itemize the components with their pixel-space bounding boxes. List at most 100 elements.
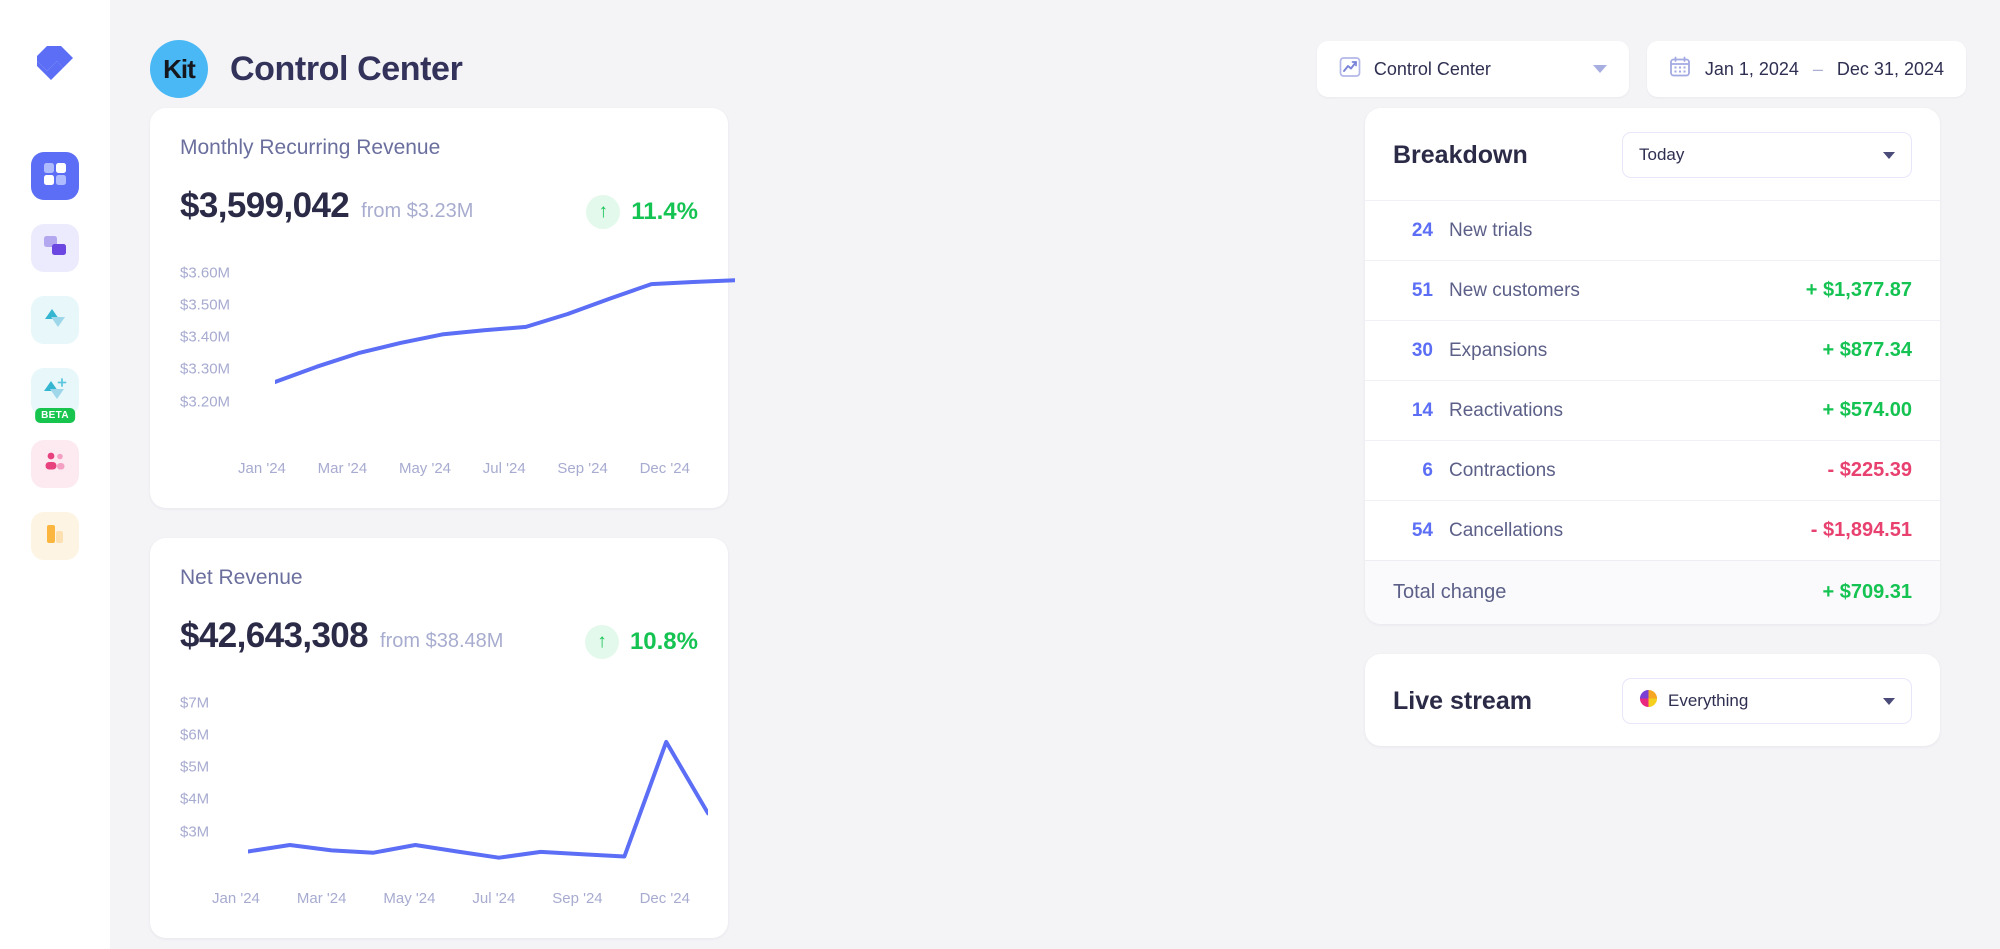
metric-title: Monthly Recurring Revenue [180,136,441,159]
breakdown-label: New trials [1449,219,1533,241]
view-selector[interactable]: Control Center [1316,41,1629,97]
breakdown-total-label: Total change [1393,581,1507,603]
live-stream-header: Live stream Everything [1365,654,1940,746]
metric-summary: $3,599,042 from $3.23M ↑ 11.4% [180,186,698,229]
chevron-down-icon [1883,151,1895,159]
layers-icon [42,233,68,264]
line-chart-icon [1339,56,1361,83]
breakdown-amount: + $877.34 [1822,339,1912,361]
sidebar-item-reports[interactable] [31,512,79,560]
date-range-separator: – [1812,58,1823,79]
breakdown-amount: - $1,894.51 [1810,519,1912,541]
breakdown-title: Breakdown [1393,140,1528,169]
x-tick: May '24 [398,459,452,477]
calendar-icon [1669,56,1691,83]
breakdown-label: Expansions [1449,339,1548,361]
breakdown-total-row: Total change + $709.31 [1365,560,1940,624]
triangle-plus-icon [42,377,68,408]
chart-net-revenue: $7M $6M $5M $4M $3M Jan '24 Mar '24 May … [180,685,708,907]
title-group: Kit Control Center [150,40,463,98]
app-root: BETA Kit Control Center Control Center J… [0,0,2000,949]
breakdown-period-select[interactable]: Today [1622,132,1912,178]
date-range-picker[interactable]: Jan 1, 2024 – Dec 31, 2024 [1646,41,1966,97]
arrow-up-icon: ↑ [586,194,621,229]
metrics-column: Monthly Recurring Revenue $3,599,042 fro… [150,108,1335,949]
kit-logo: Kit [150,40,208,98]
x-axis-labels: Jan '24 Mar '24 May '24 Jul '24 Sep '24 … [212,890,690,907]
sidebar-item-cancellation-insights[interactable]: BETA [31,368,79,423]
breakdown-count: 14 [1411,399,1433,421]
metric-delta: ↑ 10.8% [584,624,698,659]
metric-title: Net Revenue [180,566,303,589]
x-tick: Jan '24 [238,459,286,477]
live-stream-filter-select[interactable]: Everything [1622,678,1912,724]
y-tick: $3.20M [180,393,231,410]
y-tick: $3.60M [180,264,231,281]
breakdown-panel: Breakdown Today 24 New trials 51 New cus… [1365,108,1940,624]
live-stream-panel: Live stream Everything [1365,654,1940,746]
y-tick: $3M [180,823,210,840]
breakdown-row-expansions[interactable]: 30 Expansions + $877.34 [1365,320,1940,380]
breakdown-count: 6 [1422,459,1433,481]
arrow-up-icon: ↑ [584,624,619,659]
x-tick: Sep '24 [552,889,603,907]
date-range-start: Jan 1, 2024 [1704,58,1799,79]
breakdown-count: 30 [1411,339,1433,361]
breakdown-row-cancellations[interactable]: 54 Cancellations - $1,894.51 [1365,500,1940,560]
breakdown-period-label: Today [1639,145,1685,164]
grid-icon [42,161,68,192]
pie-color-icon [1639,689,1658,713]
sidebar-nav: BETA [31,152,79,560]
breakdown-header: Breakdown Today [1365,108,1940,200]
metric-comparison: from $3.23M [361,200,474,222]
chevron-down-icon [1592,65,1607,73]
x-tick: Mar '24 [296,889,347,907]
sidebar-item-recover[interactable] [31,296,79,344]
metric-card-mrr: Monthly Recurring Revenue $3,599,042 fro… [150,108,735,508]
breakdown-total-amount: + $709.31 [1822,581,1912,603]
breakdown-row-new-trials[interactable]: 24 New trials [1365,200,1940,260]
breakdown-row-contractions[interactable]: 6 Contractions - $225.39 [1365,440,1940,500]
breakdown-count: 54 [1411,519,1433,541]
y-tick: $3.50M [180,296,231,313]
breakdown-label: Reactivations [1449,399,1564,421]
sidebar-item-customers[interactable] [31,440,79,488]
metric-delta-value: 11.4% [631,197,698,225]
metric-card-net-revenue: Net Revenue $42,643,308 from $38.48M ↑ 1… [150,538,728,938]
y-tick: $3.30M [180,360,231,377]
sidebar: BETA [0,0,110,949]
bar-chart-icon [42,521,68,552]
metric-summary: $42,643,308 from $38.48M ↑ 10.8% [180,616,698,659]
live-stream-filter-label: Everything [1668,691,1749,710]
top-bar: Kit Control Center Control Center Jan 1,… [110,0,2000,108]
x-tick: Jul '24 [482,459,526,477]
x-tick: Mar '24 [317,459,368,477]
x-tick: Dec '24 [639,889,690,907]
date-range-end: Dec 31, 2024 [1836,58,1944,79]
y-tick: $4M [180,790,210,807]
breakdown-amount: + $1,377.87 [1805,279,1912,301]
breakdown-label: New customers [1449,279,1580,301]
triangle-arrow-icon [42,305,68,336]
breakdown-label: Contractions [1449,459,1556,481]
metric-value: $42,643,308 [180,616,369,655]
metric-comparison: from $38.48M [380,630,504,652]
baremetrics-logo[interactable] [27,34,83,90]
y-tick: $7M [180,694,210,711]
breakdown-row-reactivations[interactable]: 14 Reactivations + $574.00 [1365,380,1940,440]
users-icon [42,449,68,480]
top-bar-controls: Control Center Jan 1, 2024 – Dec 31, 202… [1316,41,1966,97]
live-stream-title: Live stream [1393,686,1532,715]
x-tick: Jul '24 [472,889,516,907]
x-tick: Dec '24 [639,459,690,477]
dashboard-grid: Monthly Recurring Revenue $3,599,042 fro… [110,108,2000,949]
breakdown-count: 24 [1411,219,1433,241]
y-tick: $5M [180,758,210,775]
sidebar-item-dashboard[interactable] [31,152,79,200]
sidebar-item-segments[interactable] [31,224,79,272]
breakdown-count: 51 [1411,279,1433,301]
breakdown-amount: - $225.39 [1827,459,1912,481]
x-tick: Jan '24 [212,889,260,907]
breakdown-row-new-customers[interactable]: 51 New customers + $1,377.87 [1365,260,1940,320]
y-tick: $6M [180,726,210,743]
